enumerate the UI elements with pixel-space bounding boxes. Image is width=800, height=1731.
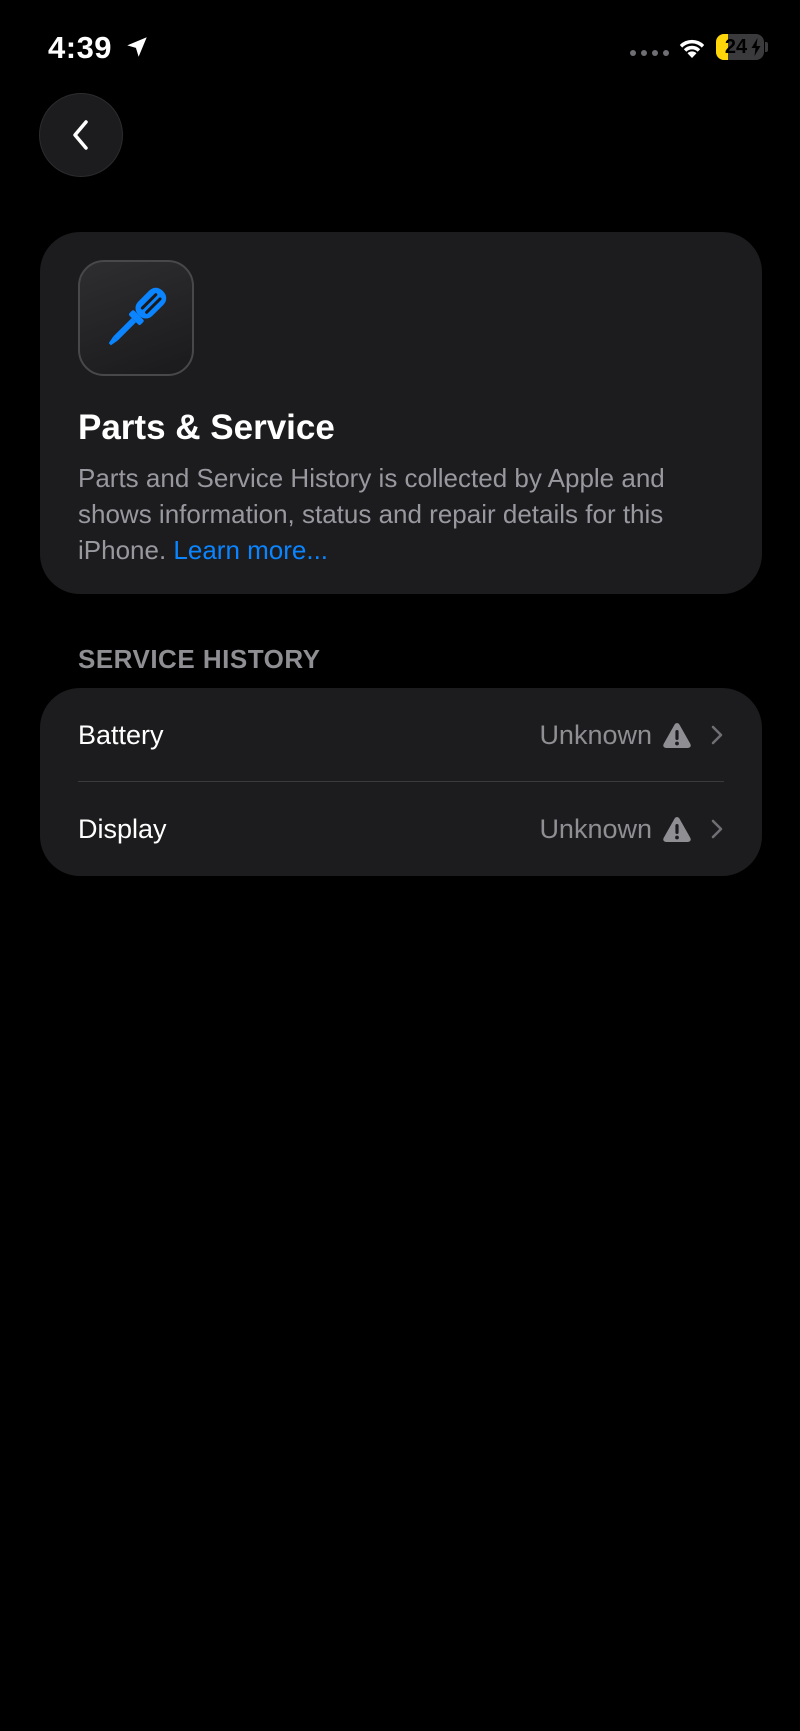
page-title: Parts & Service (78, 408, 335, 447)
app-icon (78, 260, 194, 376)
signal-dots-icon (630, 50, 669, 56)
service-history-list: Battery Unknown Display Unknown (40, 688, 762, 876)
chevron-left-icon (73, 120, 88, 150)
battery-level: 24 (724, 36, 748, 58)
location-arrow-icon (127, 37, 147, 57)
row-label: Battery (78, 720, 164, 750)
row-value: Unknown (539, 720, 652, 750)
page-description: Parts and Service History is collected b… (78, 460, 724, 568)
description-text: Parts and Service History is collected b… (78, 463, 665, 565)
screwdriver-icon (108, 287, 167, 346)
parts-service-card: Parts & Service Parts and Service Histor… (40, 232, 762, 594)
charging-bolt-icon (751, 38, 761, 56)
status-time: 4:39 (48, 30, 113, 65)
back-button[interactable] (39, 93, 123, 177)
chevron-right-icon (711, 819, 723, 839)
section-header-service-history: SERVICE HISTORY (78, 644, 321, 674)
row-label: Display (78, 814, 167, 844)
warning-icon (663, 817, 691, 842)
battery-indicator: 24 (716, 34, 764, 60)
row-value: Unknown (539, 814, 652, 844)
wifi-icon (679, 39, 705, 58)
status-bar: 4:39 24 (0, 0, 800, 96)
chevron-right-icon (711, 725, 723, 745)
warning-icon (663, 723, 691, 748)
list-item-battery[interactable]: Battery Unknown (40, 688, 762, 782)
battery-cap (765, 42, 768, 52)
learn-more-link[interactable]: Learn more... (173, 535, 328, 565)
list-item-display[interactable]: Display Unknown (40, 782, 762, 876)
